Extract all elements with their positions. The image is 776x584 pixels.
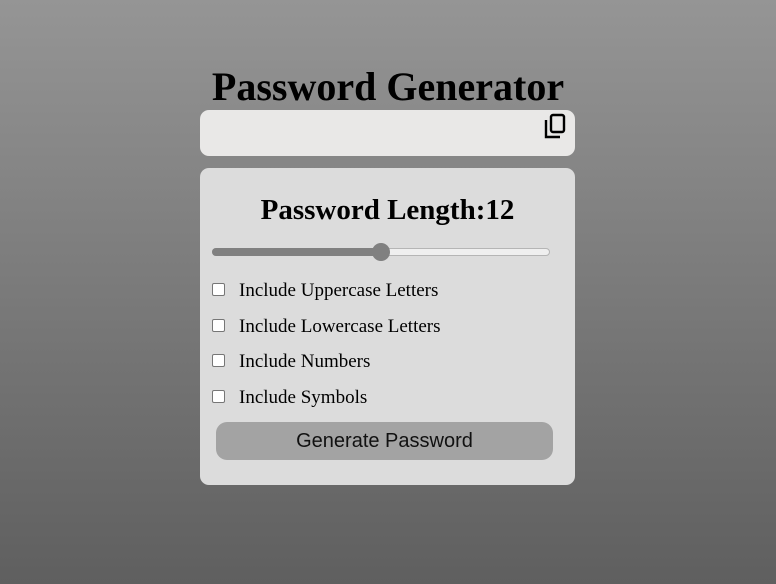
password-output[interactable] — [200, 110, 575, 156]
password-length-value: 12 — [485, 194, 515, 226]
numbers-checkbox[interactable] — [212, 354, 225, 367]
slider-fill — [212, 248, 381, 256]
uppercase-checkbox[interactable] — [212, 283, 225, 296]
generate-password-button[interactable]: Generate Password — [216, 422, 553, 460]
page-title: Password Generator — [211, 64, 565, 109]
settings-panel: Password Length:12 Include Uppercase Let… — [200, 168, 575, 485]
lowercase-label[interactable]: Include Lowercase Letters — [239, 316, 441, 338]
numbers-label[interactable]: Include Numbers — [239, 351, 370, 373]
copy-icon — [543, 112, 569, 140]
length-slider[interactable] — [212, 243, 550, 261]
uppercase-label[interactable]: Include Uppercase Letters — [239, 280, 438, 302]
symbols-checkbox[interactable] — [212, 390, 225, 403]
password-length-label: Password Length: — [260, 194, 486, 226]
symbols-label[interactable]: Include Symbols — [239, 387, 367, 409]
slider-thumb[interactable] — [372, 243, 390, 261]
copy-button[interactable] — [543, 112, 569, 140]
password-length-heading: Password Length:12 — [200, 193, 575, 227]
lowercase-checkbox[interactable] — [212, 319, 225, 332]
